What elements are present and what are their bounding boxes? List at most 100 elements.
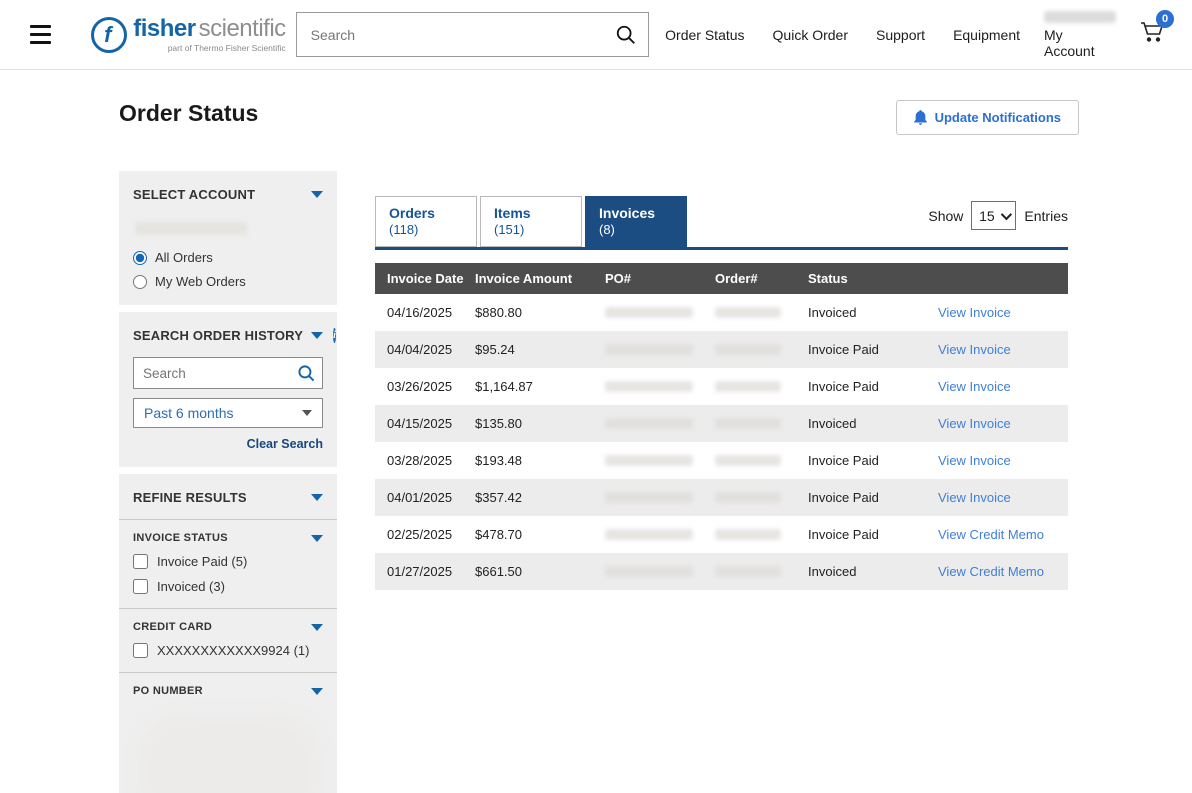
select-account-title: SELECT ACCOUNT	[133, 187, 255, 202]
view-document-link[interactable]: View Invoice	[938, 490, 1011, 505]
view-document-link[interactable]: View Invoice	[938, 342, 1011, 357]
status-cell: Invoiced	[808, 564, 938, 579]
logo-brand-light: scientific	[199, 15, 286, 42]
invoice-amount-cell: $95.24	[475, 342, 605, 357]
invoice-amount-cell: $661.50	[475, 564, 605, 579]
tab-items-count: (151)	[494, 222, 581, 239]
status-cell: Invoice Paid	[808, 527, 938, 542]
order-history-search-button[interactable]	[290, 364, 322, 383]
entries-per-page-select[interactable]: 15	[971, 201, 1016, 230]
chevron-down-icon	[311, 191, 323, 198]
invoice-paid-label: Invoice Paid (5)	[157, 554, 247, 569]
nav-order-status[interactable]: Order Status	[665, 27, 744, 43]
tab-orders[interactable]: Orders (118)	[375, 196, 477, 247]
my-web-orders-radio[interactable]	[133, 275, 147, 289]
view-document-link[interactable]: View Credit Memo	[938, 527, 1044, 542]
filter-invoiced[interactable]: Invoiced (3)	[133, 579, 323, 594]
po-cell-redacted	[605, 418, 715, 429]
all-orders-radio[interactable]	[133, 251, 147, 265]
invoice-amount-cell: $478.70	[475, 527, 605, 542]
search-icon	[297, 364, 316, 383]
tab-items-label: Items	[494, 204, 581, 222]
entries-value: 15	[979, 208, 995, 224]
po-cell-redacted	[605, 307, 715, 318]
select-account-header[interactable]: SELECT ACCOUNT	[133, 187, 323, 202]
status-cell: Invoiced	[808, 416, 938, 431]
header-nav: Order Status Quick Order Support Equipme…	[665, 27, 1020, 43]
entries-label: Entries	[1024, 208, 1068, 224]
filter-credit-card[interactable]: XXXXXXXXXXXX9924 (1)	[133, 643, 323, 658]
invoice-date-cell: 03/26/2025	[375, 379, 475, 394]
update-notifications-label: Update Notifications	[935, 110, 1061, 125]
invoice-date-cell: 04/16/2025	[375, 305, 475, 320]
hamburger-menu-icon[interactable]	[30, 25, 51, 44]
tab-orders-count: (118)	[389, 222, 476, 239]
invoice-amount-cell: $880.80	[475, 305, 605, 320]
credit-card-checkbox[interactable]	[133, 643, 148, 658]
update-notifications-button[interactable]: Update Notifications	[896, 100, 1079, 135]
refine-results-header[interactable]: REFINE RESULTS	[133, 490, 323, 505]
table-body: 04/16/2025 $880.80 Invoiced View Invoice…	[375, 294, 1068, 590]
view-document-link[interactable]: View Invoice	[938, 453, 1011, 468]
info-icon[interactable]: i	[333, 328, 336, 343]
invoice-date-cell: 04/01/2025	[375, 490, 475, 505]
active-tab-underline	[375, 247, 1068, 250]
my-account-label: My Account	[1044, 27, 1116, 59]
nav-equipment[interactable]: Equipment	[953, 27, 1020, 43]
view-document-link[interactable]: View Invoice	[938, 416, 1011, 431]
invoiced-label: Invoiced (3)	[157, 579, 225, 594]
table-row: 04/16/2025 $880.80 Invoiced View Invoice	[375, 294, 1068, 331]
radio-all-orders[interactable]: All Orders	[133, 250, 323, 265]
search-order-history-section: SEARCH ORDER HISTORY i Past 6 months Cle…	[119, 312, 337, 467]
date-range-select[interactable]: Past 6 months	[133, 398, 323, 428]
global-search-input[interactable]	[297, 27, 605, 43]
po-cell-redacted	[605, 344, 715, 355]
order-history-search-box	[133, 357, 323, 389]
global-search-box	[296, 12, 650, 57]
filter-invoice-paid[interactable]: Invoice Paid (5)	[133, 554, 323, 569]
invoice-status-title: INVOICE STATUS	[133, 532, 228, 544]
po-number-header[interactable]: PO NUMBER	[133, 685, 323, 697]
logo-brand-bold: fisher	[133, 15, 195, 42]
search-icon	[615, 24, 637, 46]
invoiced-checkbox[interactable]	[133, 579, 148, 594]
chevron-down-icon	[311, 494, 323, 501]
view-document-link[interactable]: View Invoice	[938, 305, 1011, 320]
radio-my-web-orders[interactable]: My Web Orders	[133, 274, 323, 289]
nav-support[interactable]: Support	[876, 27, 925, 43]
top-header: f fisherscientific part of Thermo Fisher…	[0, 0, 1192, 70]
refine-results-section: REFINE RESULTS INVOICE STATUS Invoice Pa…	[119, 474, 337, 793]
search-button[interactable]	[604, 13, 648, 56]
tab-invoices[interactable]: Invoices (8)	[585, 196, 687, 247]
view-document-link[interactable]: View Invoice	[938, 379, 1011, 394]
chevron-down-icon	[311, 688, 323, 695]
chevron-down-icon	[302, 410, 312, 416]
invoice-status-header[interactable]: INVOICE STATUS	[133, 532, 323, 544]
order-history-search-input[interactable]	[134, 366, 290, 381]
invoice-date-cell: 04/15/2025	[375, 416, 475, 431]
po-number-title: PO NUMBER	[133, 685, 203, 697]
date-range-value: Past 6 months	[144, 405, 234, 421]
invoice-paid-checkbox[interactable]	[133, 554, 148, 569]
table-row: 03/26/2025 $1,164.87 Invoice Paid View I…	[375, 368, 1068, 405]
chevron-down-icon[interactable]	[311, 332, 323, 339]
invoice-date-cell: 04/04/2025	[375, 342, 475, 357]
po-number-redacted	[137, 713, 322, 793]
chevron-down-icon	[1000, 208, 1011, 219]
nav-quick-order[interactable]: Quick Order	[773, 27, 848, 43]
tab-items[interactable]: Items (151)	[480, 196, 582, 247]
my-account-menu[interactable]: My Account	[1044, 11, 1116, 59]
credit-card-header[interactable]: CREDIT CARD	[133, 621, 323, 633]
table-row: 01/27/2025 $661.50 Invoiced View Credit …	[375, 553, 1068, 590]
view-document-link[interactable]: View Credit Memo	[938, 564, 1044, 579]
table-row: 04/15/2025 $135.80 Invoiced View Invoice	[375, 405, 1068, 442]
cart-button[interactable]: 0	[1138, 19, 1166, 50]
tab-orders-label: Orders	[389, 204, 476, 222]
fisher-scientific-logo[interactable]: f fisherscientific part of Thermo Fisher…	[91, 17, 285, 53]
account-value-redacted	[135, 222, 247, 235]
account-name-redacted	[1044, 11, 1116, 23]
clear-search-link[interactable]: Clear Search	[133, 437, 323, 451]
invoice-date-cell: 02/25/2025	[375, 527, 475, 542]
col-status: Status	[808, 271, 938, 286]
credit-card-title: CREDIT CARD	[133, 621, 212, 633]
